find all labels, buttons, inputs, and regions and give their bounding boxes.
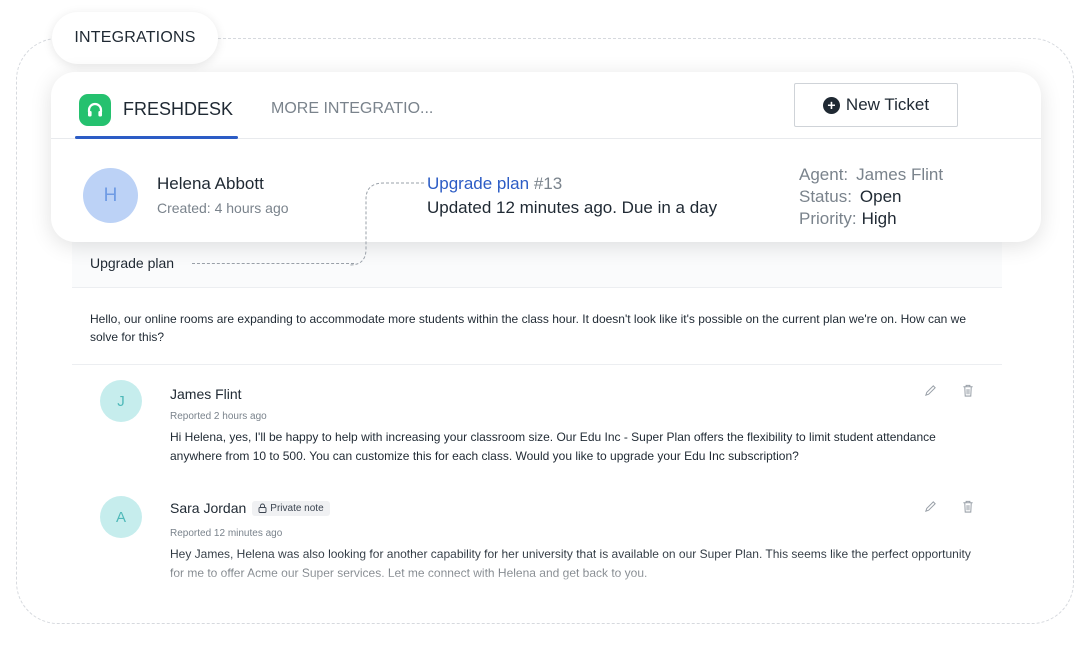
comment-author-name: James Flint [170,386,242,402]
plus-circle-icon: + [822,96,840,114]
tab-freshdesk-label: FRESHDESK [123,99,234,119]
new-ticket-button[interactable]: + New Ticket [794,83,958,127]
comment-author-name: Sara Jordan [170,500,247,516]
active-tab-indicator [75,136,238,139]
tab-freshdesk[interactable]: FRESHDESK [79,94,233,138]
tab-more-integrations[interactable]: MORE INTEGRATIO... [271,94,433,124]
customer-name: Helena Abbott [157,174,264,193]
pencil-icon[interactable] [924,384,937,399]
private-note-label: Private note [270,502,324,514]
divider [72,364,1002,365]
agent-value: James Flint [856,165,944,184]
lock-icon [258,503,267,513]
pencil-icon[interactable] [924,500,937,515]
ticket-title-bar: Upgrade plan [72,238,1002,288]
fade-overlay [72,552,1002,598]
priority-row: Priority: High [799,208,943,230]
integration-tabs: FRESHDESK MORE INTEGRATIO... + New Ticke… [51,72,1041,139]
freshdesk-card: FRESHDESK MORE INTEGRATIO... + New Ticke… [51,72,1041,242]
new-ticket-label: New Ticket [845,95,930,114]
integrations-section-label: INTEGRATIONS [52,12,218,64]
freshdesk-headset-icon [79,94,111,126]
avatar: A [100,496,142,538]
agent-label: Agent: [799,165,849,184]
avatar: J [100,380,142,422]
section-label-text: INTEGRATIONS [74,29,196,46]
ticket-detail-title: Upgrade plan [90,255,175,271]
trash-icon[interactable] [962,500,974,515]
status-label: Status: [799,187,852,206]
ticket-link[interactable]: Upgrade plan [427,174,529,193]
ticket-properties: Agent: James Flint Status: Open Priority… [799,164,943,230]
priority-value: High [861,209,897,228]
customer-created: Created: 4 hours ago [157,200,289,216]
comment-author: Sara Jordan Private note [170,500,330,516]
title-connector-line [192,263,354,264]
comment-body: Hi Helena, yes, I'll be happy to help wi… [170,430,936,463]
ticket-message: Hello, our online rooms are expanding to… [90,312,967,344]
status-value: Open [859,187,902,206]
comment-author: James Flint [170,386,242,402]
customer-avatar: H [83,168,138,223]
comment-timestamp: Reported 2 hours ago [170,411,267,422]
priority-label: Priority: [799,209,857,228]
ticket-detail-panel: Upgrade plan Hello, our online rooms are… [72,238,1002,598]
agent-row: Agent: James Flint [799,164,943,186]
comment-timestamp: Reported 12 minutes ago [170,528,283,539]
trash-icon[interactable] [962,384,974,399]
status-row: Status: Open [799,186,943,208]
private-note-badge: Private note [252,500,330,516]
ticket-updated: Updated 12 minutes ago. Due in a day [427,198,718,217]
ticket-id: #13 [533,174,563,193]
ticket-summary: Upgrade plan #13 [427,174,562,194]
